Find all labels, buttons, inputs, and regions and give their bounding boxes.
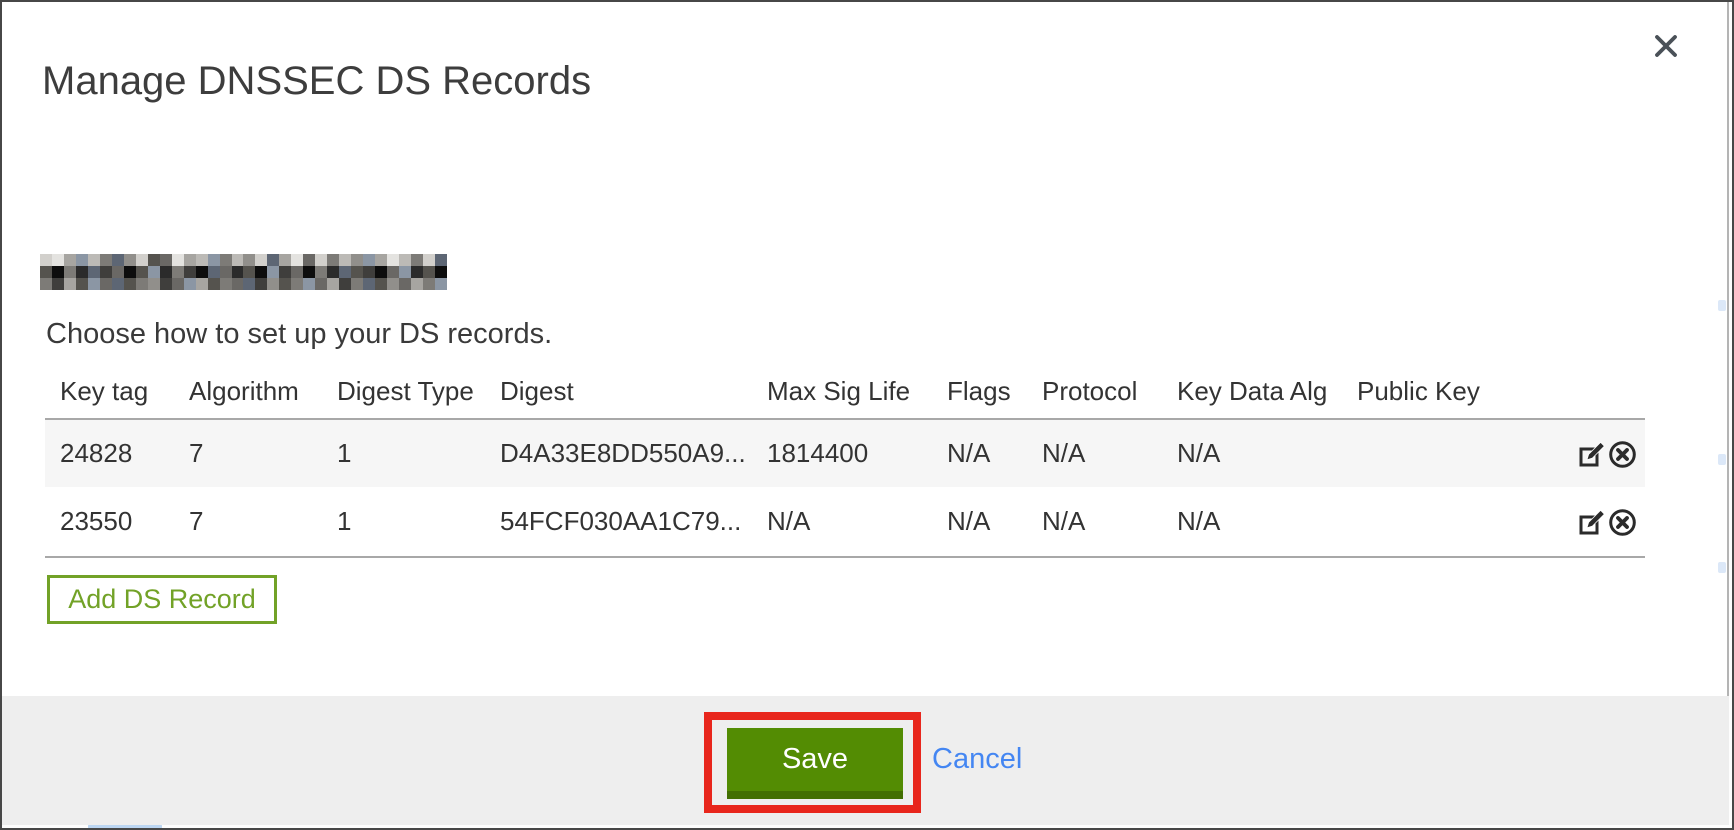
- cell-key-data-alg: N/A: [1177, 419, 1357, 487]
- redaction-pixel-row: [40, 254, 447, 266]
- cell-protocol: N/A: [1042, 487, 1177, 557]
- ds-records-table: Key tag Algorithm Digest Type Digest Max…: [45, 364, 1645, 558]
- edit-record-button[interactable]: [1577, 440, 1606, 469]
- table-row: 23550 7 1 54FCF030AA1C79... N/A N/A N/A …: [45, 487, 1645, 557]
- delete-icon: [1608, 440, 1637, 469]
- delete-record-button[interactable]: [1608, 508, 1637, 537]
- col-header-max-sig-life: Max Sig Life: [767, 364, 947, 419]
- manage-dnssec-dialog: Manage DNSSEC DS Records Choose how to s…: [2, 2, 1729, 825]
- cell-digest: D4A33E8DD550A9...: [500, 419, 767, 487]
- delete-record-button[interactable]: [1608, 440, 1637, 469]
- cell-max-sig-life: N/A: [767, 487, 947, 557]
- cell-algorithm: 7: [189, 419, 337, 487]
- add-ds-record-button[interactable]: Add DS Record: [47, 575, 277, 624]
- screenshot-frame: Manage DNSSEC DS Records Choose how to s…: [0, 0, 1734, 830]
- cancel-link[interactable]: Cancel: [932, 743, 1022, 776]
- close-button[interactable]: [1646, 26, 1686, 66]
- col-header-digest: Digest: [500, 364, 767, 419]
- instruction-text: Choose how to set up your DS records.: [46, 318, 552, 351]
- close-icon: [1650, 30, 1682, 62]
- page-behind-content-fragment: [1718, 454, 1726, 465]
- edit-icon: [1577, 440, 1606, 469]
- cell-max-sig-life: 1814400: [767, 419, 947, 487]
- cell-actions: [1575, 419, 1645, 487]
- save-button[interactable]: Save: [727, 728, 903, 799]
- cell-key-tag: 23550: [45, 487, 189, 557]
- cell-protocol: N/A: [1042, 419, 1177, 487]
- page-behind-content-fragment: [1718, 300, 1726, 311]
- redaction-pixel-row: [40, 266, 447, 278]
- cell-digest-type: 1: [337, 419, 500, 487]
- delete-icon: [1608, 508, 1637, 537]
- cell-key-data-alg: N/A: [1177, 487, 1357, 557]
- edit-record-button[interactable]: [1577, 508, 1606, 537]
- page-behind-content-fragment: [1718, 562, 1726, 573]
- cell-key-tag: 24828: [45, 419, 189, 487]
- col-header-flags: Flags: [947, 364, 1042, 419]
- cell-digest-type: 1: [337, 487, 500, 557]
- col-header-algorithm: Algorithm: [189, 364, 337, 419]
- cell-digest: 54FCF030AA1C79...: [500, 487, 767, 557]
- edit-icon: [1577, 508, 1606, 537]
- redacted-domain-name: [40, 254, 447, 290]
- redaction-pixel-row: [40, 278, 447, 290]
- col-header-key-tag: Key tag: [45, 364, 189, 419]
- cell-algorithm: 7: [189, 487, 337, 557]
- cell-flags: N/A: [947, 419, 1042, 487]
- col-header-digest-type: Digest Type: [337, 364, 500, 419]
- col-header-key-data-alg: Key Data Alg: [1177, 364, 1357, 419]
- cell-actions: [1575, 487, 1645, 557]
- table-row: 24828 7 1 D4A33E8DD550A9... 1814400 N/A …: [45, 419, 1645, 487]
- cell-public-key: [1357, 419, 1575, 487]
- col-header-public-key: Public Key: [1357, 364, 1575, 419]
- col-header-actions: [1575, 364, 1645, 419]
- cell-flags: N/A: [947, 487, 1042, 557]
- dialog-title: Manage DNSSEC DS Records: [42, 59, 591, 104]
- col-header-protocol: Protocol: [1042, 364, 1177, 419]
- table-header-row: Key tag Algorithm Digest Type Digest Max…: [45, 364, 1645, 419]
- cell-public-key: [1357, 487, 1575, 557]
- dialog-footer: Save Cancel: [2, 696, 1729, 825]
